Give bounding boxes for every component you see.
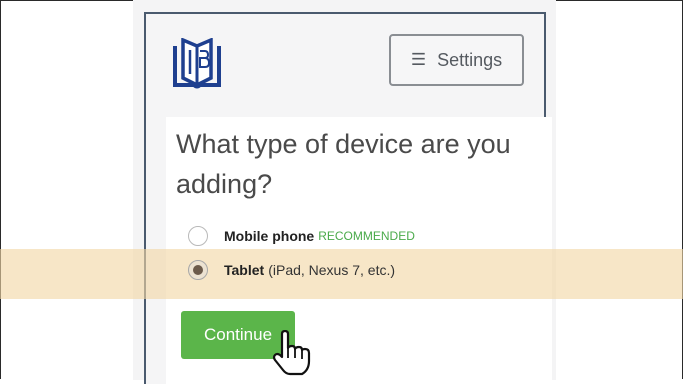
recommended-badge: RECOMMENDED [318,229,415,243]
option-tablet[interactable]: Tablet (iPad, Nexus 7, etc.) [188,260,395,280]
option-mobile-phone[interactable]: Mobile phone RECOMMENDED [188,226,415,246]
option-note: (iPad, Nexus 7, etc.) [268,262,396,278]
tablet-radio[interactable] [188,260,208,280]
option-title: Mobile phone [224,228,315,244]
hand-pointer-icon [272,330,311,376]
settings-label: Settings [437,49,503,70]
book-logo-icon [173,38,221,89]
device-type-question: What type of device are you adding? [176,129,511,199]
mobile-phone-radio[interactable] [188,226,208,246]
option-title: Tablet [224,262,265,278]
settings-button[interactable]: ☰ Settings [389,34,524,86]
hamburger-menu-icon: ☰ [410,50,427,69]
